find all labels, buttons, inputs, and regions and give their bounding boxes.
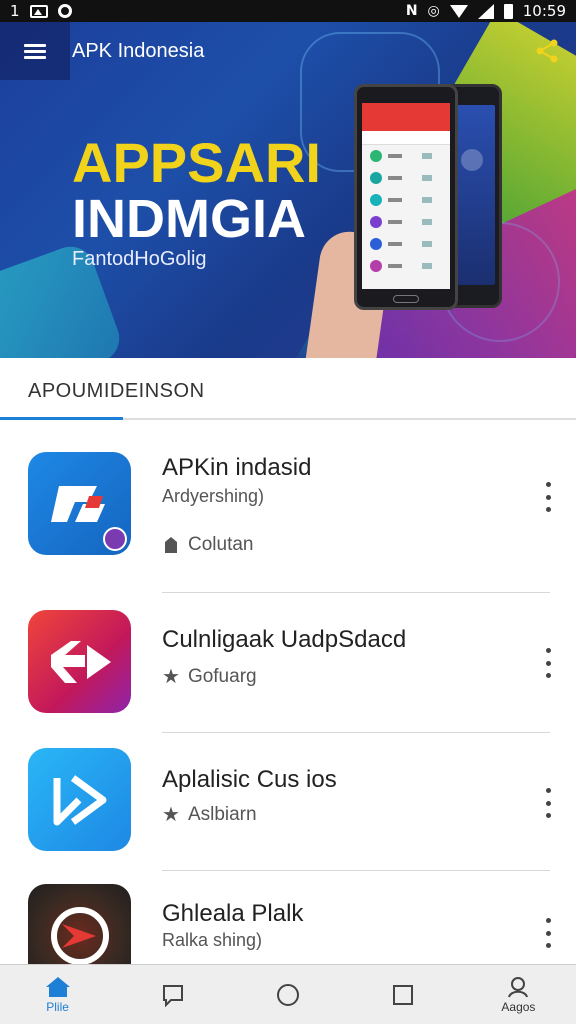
nav-home[interactable]: Plile <box>0 965 115 1024</box>
tag-icon <box>165 537 177 553</box>
list-item[interactable]: Culnligaak UadpSdacd ★ Gofuarg <box>0 592 576 733</box>
nav-profile-label: Aagos <box>501 999 536 1014</box>
list-item[interactable]: APKin indasid Ardyershing) Colutan <box>0 422 576 593</box>
list-item[interactable]: Ghleala Plalk Ralka shing) <box>0 870 576 964</box>
app-meta: Colutan <box>162 534 254 556</box>
app-icon <box>28 884 131 964</box>
app-meta-text: Aslbiarn <box>187 803 257 825</box>
badge-icon <box>103 527 127 551</box>
nav-home-label: Plile <box>46 999 69 1014</box>
star-icon: ★ <box>162 666 180 688</box>
app-logo-icon <box>50 906 109 964</box>
tab-apps[interactable]: APOUMIDEINSON <box>28 380 205 403</box>
chat-icon <box>162 984 183 1007</box>
star-icon: ★ <box>162 804 180 826</box>
signal-icon <box>477 3 494 19</box>
app-logo-icon <box>53 774 106 825</box>
phone-illustration <box>354 84 458 310</box>
home-icon <box>45 976 70 997</box>
more-options-button[interactable] <box>540 482 556 512</box>
app-bar: APK Indonesia <box>0 22 576 80</box>
nav-profile[interactable]: Aagos <box>461 965 576 1024</box>
menu-button[interactable] <box>0 22 70 80</box>
more-options-button[interactable] <box>540 918 556 948</box>
nav-recents[interactable] <box>346 965 461 1024</box>
square-icon <box>393 984 414 1005</box>
nav-messages[interactable] <box>115 965 230 1024</box>
app-name: Ghleala Plalk <box>162 900 304 927</box>
image-icon <box>29 4 48 18</box>
section-tab-bar: APOUMIDEINSON <box>0 358 576 420</box>
battery-icon <box>503 3 513 19</box>
nfc-icon: N <box>405 3 418 19</box>
app-icon <box>28 610 131 713</box>
status-time: 10:59 <box>522 2 566 20</box>
app-meta: ★ Aslbiarn <box>162 802 257 827</box>
app-icon <box>28 452 131 555</box>
app-name: Culnligaak UadpSdacd <box>162 626 407 653</box>
app-meta-text: Gofuarg <box>187 665 257 687</box>
app-meta-text: Colutan <box>188 534 254 555</box>
status-bar: 1 N ◎ 10:59 <box>0 0 576 22</box>
hero-subtitle: FantodHoGolig <box>72 248 207 270</box>
app-name: APKin indasid <box>162 454 312 481</box>
status-left-text: 1 <box>10 2 20 20</box>
hero-title-line2: INDMGIA <box>72 189 306 249</box>
app-icon <box>28 748 131 851</box>
hero-title-line1: APPSARI <box>72 131 321 194</box>
menu-icon <box>24 41 46 62</box>
nav-home-button[interactable] <box>230 965 345 1024</box>
profile-icon <box>508 976 529 997</box>
alarm-icon: ◎ <box>427 3 440 19</box>
app-logo-icon <box>50 485 105 522</box>
app-name: Aplalisic Cus ios <box>162 766 337 793</box>
tab-indicator <box>0 417 123 420</box>
share-icon[interactable] <box>534 38 560 64</box>
app-developer: Ardyershing) <box>162 486 265 506</box>
hero-banner: APK Indonesia APPSARI INDMGIA FantodHoGo… <box>0 22 576 358</box>
app-title: APK Indonesia <box>72 39 205 62</box>
wifi-icon <box>449 4 468 18</box>
app-logo-icon <box>50 640 111 683</box>
more-options-button[interactable] <box>540 648 556 678</box>
record-icon <box>57 4 72 18</box>
app-developer: Ralka shing) <box>162 930 263 950</box>
app-meta: ★ Gofuarg <box>162 664 257 689</box>
bottom-navigation: Plile Aagos <box>0 964 576 1024</box>
list-item[interactable]: Aplalisic Cus ios ★ Aslbiarn <box>0 732 576 871</box>
circle-icon <box>277 983 299 1006</box>
more-options-button[interactable] <box>540 788 556 818</box>
